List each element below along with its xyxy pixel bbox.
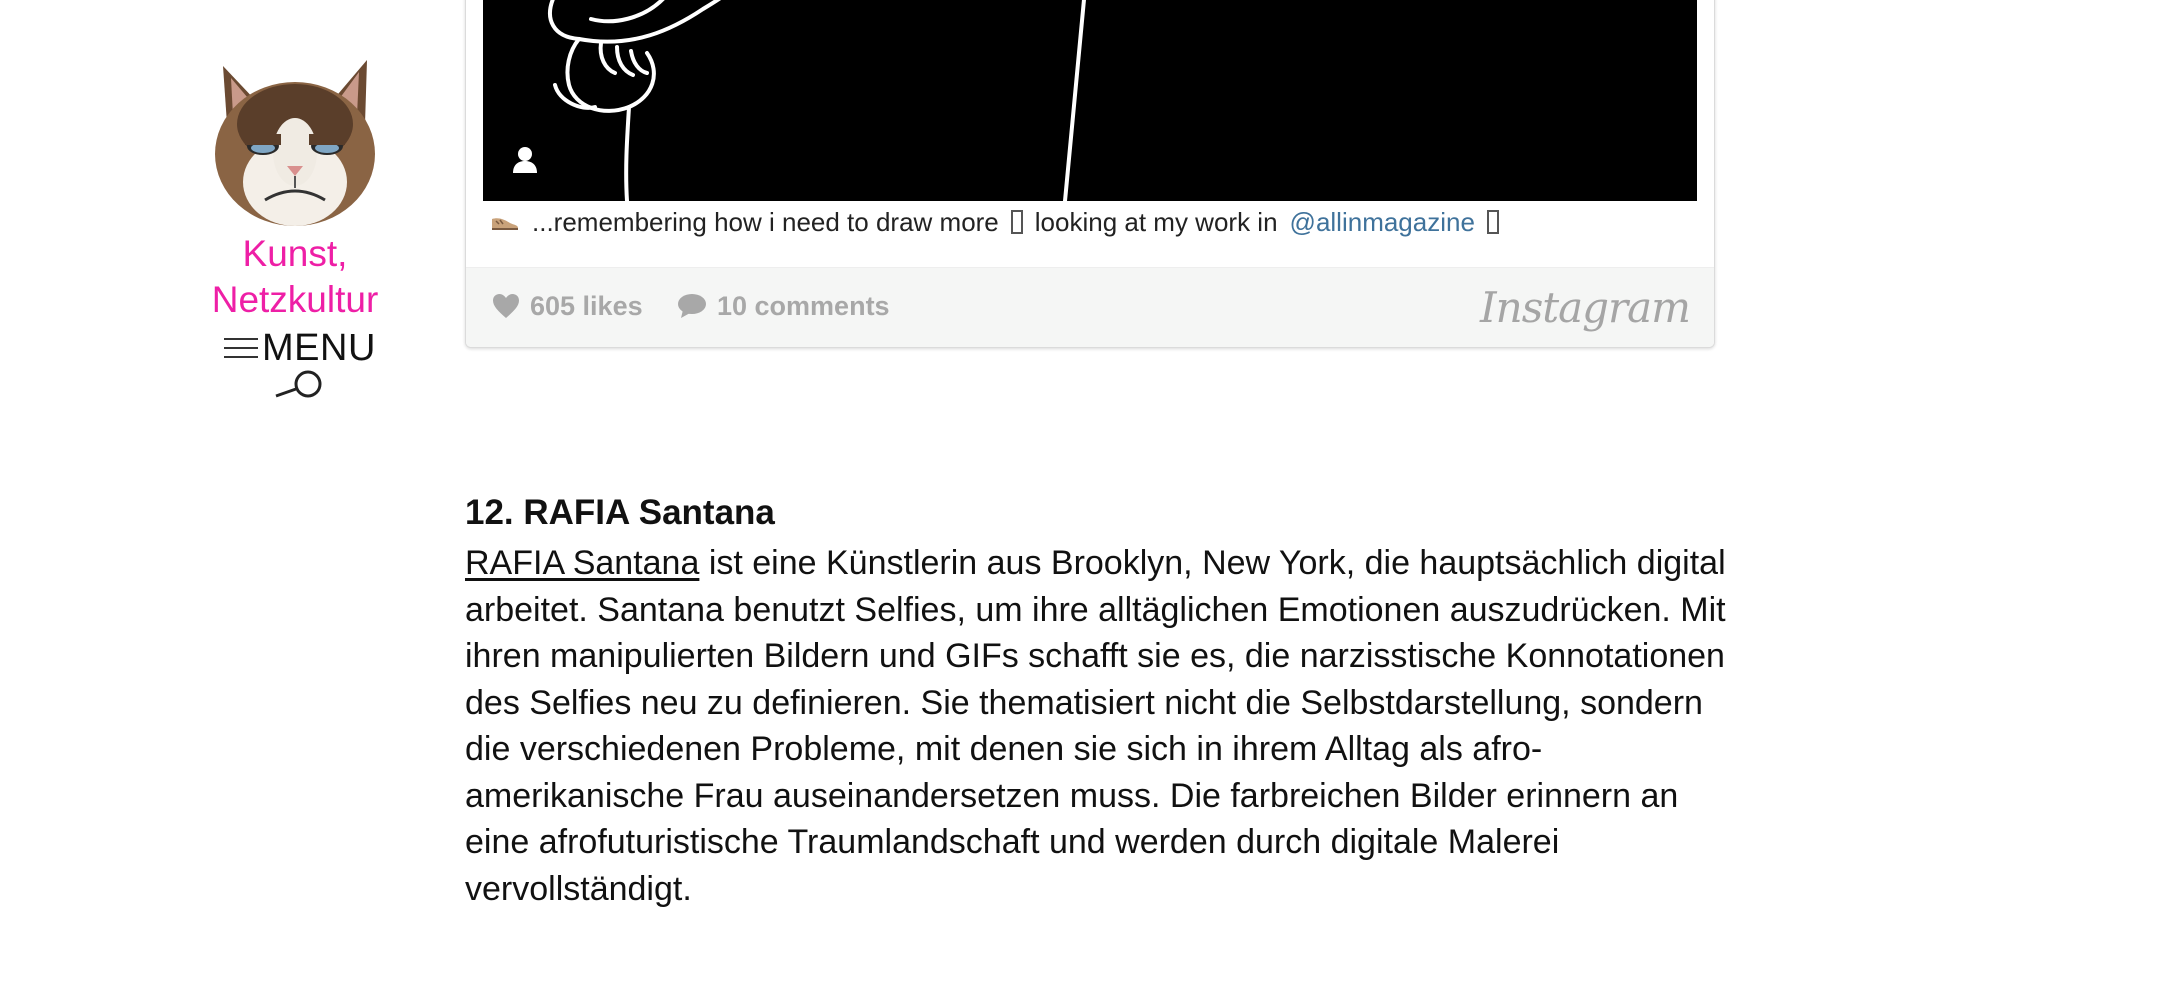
page: Kunst, Netzkultur MENU ...remembering ho… (0, 0, 2160, 986)
hamburger-icon (224, 338, 258, 358)
menu-button[interactable]: MENU (224, 325, 376, 371)
missing-emoji-icon (1010, 210, 1023, 234)
paragraph-text: ist eine Künstlerin aus Brooklyn, New Yo… (465, 544, 1726, 908)
likes-label: 605 likes (530, 290, 643, 321)
site-name[interactable]: Kunst, Netzkultur (170, 231, 420, 323)
article-section: 12. RAFIA Santana RAFIA Santana ist eine… (465, 486, 1735, 912)
caption-text-1: ...remembering how i need to draw more (532, 206, 999, 237)
mention-link[interactable]: @allinmagazine (1290, 207, 1475, 238)
site-name-line-1: Kunst, (242, 233, 348, 274)
instagram-embed: ...remembering how i need to draw more l… (465, 0, 1715, 348)
caption-text-2: looking at my work in (1034, 206, 1278, 237)
instagram-post-image[interactable] (483, 0, 1697, 201)
comment-bubble-icon (678, 294, 706, 318)
comments-count[interactable]: 10 comments (677, 286, 890, 326)
site-name-line-2: Netzkultur (211, 279, 379, 320)
user-tag-icon[interactable] (511, 145, 539, 175)
grumpy-cat-logo[interactable] (204, 54, 386, 234)
line-drawing-artwork (548, 0, 1086, 201)
instagram-wordmark[interactable]: Instagram (1480, 280, 1691, 336)
shoe-emoji-icon (492, 218, 518, 230)
instagram-footer: 605 likes 10 comments Instagram (466, 267, 1714, 347)
instagram-caption: ...remembering how i need to draw more l… (490, 204, 1499, 240)
missing-emoji-icon-2 (1486, 210, 1499, 234)
likes-count[interactable]: 605 likes (492, 286, 643, 326)
section-heading: 12. RAFIA Santana (465, 493, 775, 532)
heart-icon (493, 294, 519, 318)
comments-label: 10 comments (717, 290, 890, 321)
article-paragraph: RAFIA Santana ist eine Künstlerin aus Br… (465, 540, 1735, 912)
cat-face-icon (215, 60, 375, 226)
search-button[interactable] (272, 368, 326, 402)
search-icon (275, 370, 322, 398)
artist-link[interactable]: RAFIA Santana (465, 544, 699, 582)
menu-label: MENU (262, 327, 376, 369)
